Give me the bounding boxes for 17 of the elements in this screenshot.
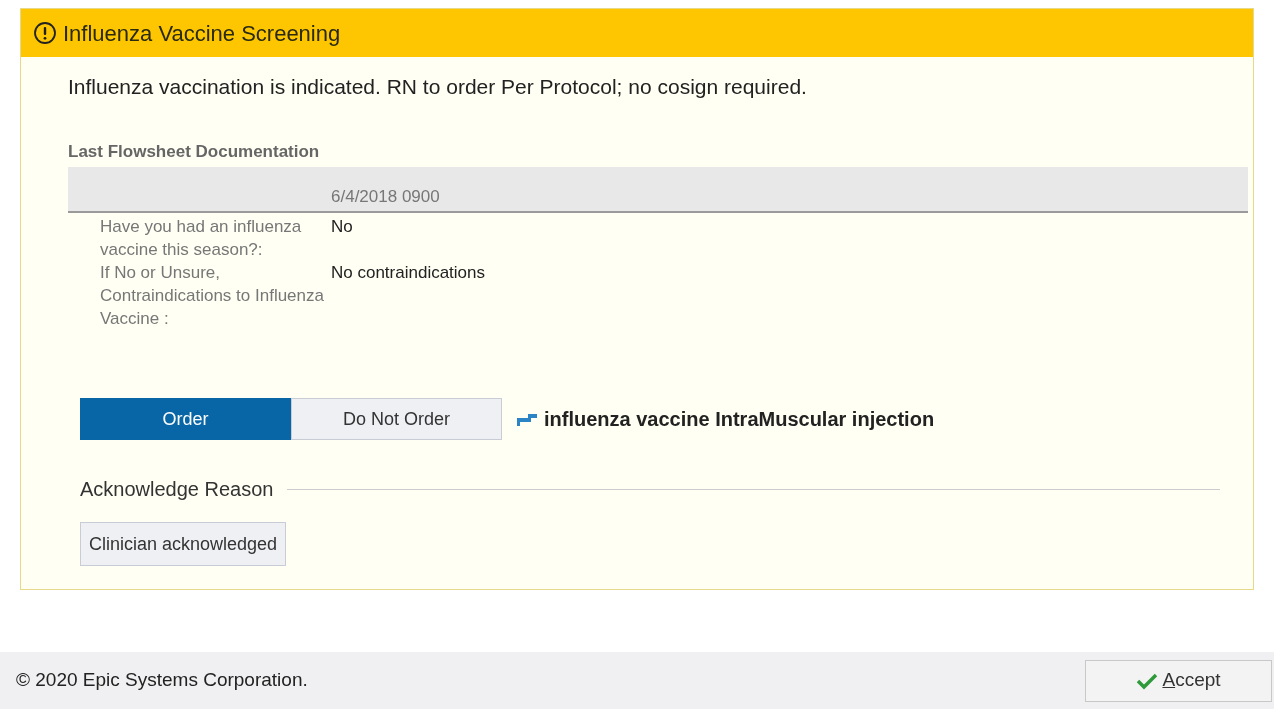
choice-button[interactable]: Order — [80, 398, 291, 440]
warning-icon — [33, 21, 57, 45]
reason-button[interactable]: Clinician acknowledged — [80, 522, 287, 566]
choice-button[interactable]: Do Not Order — [291, 398, 502, 440]
answer-value: No contraindications — [331, 262, 486, 284]
section-heading: Acknowledge Reason — [80, 477, 274, 502]
accept-button[interactable]: Accept — [1085, 659, 1272, 702]
section-heading: Last Flowsheet Documentation — [68, 140, 321, 163]
order-name: influenza vaccine IntraMuscular injection — [544, 407, 935, 432]
answer-value: No — [331, 216, 353, 238]
checkmark-icon — [1136, 671, 1159, 690]
column-header: 6/4/2018 0900 — [331, 185, 440, 208]
question-label: If No or Unsure, Contraindications to Influenza Vaccine : — [100, 262, 325, 330]
copyright-text: © 2020 Epic Systems Corporation. — [16, 668, 308, 693]
question-label: Have you had an influenza vaccine this season?: — [100, 216, 303, 261]
alert-message: Influenza vaccination is indicated. RN to order Per Protocol; no cosign required. — [68, 74, 808, 100]
alert-title: Influenza Vaccine Screening — [63, 19, 341, 48]
